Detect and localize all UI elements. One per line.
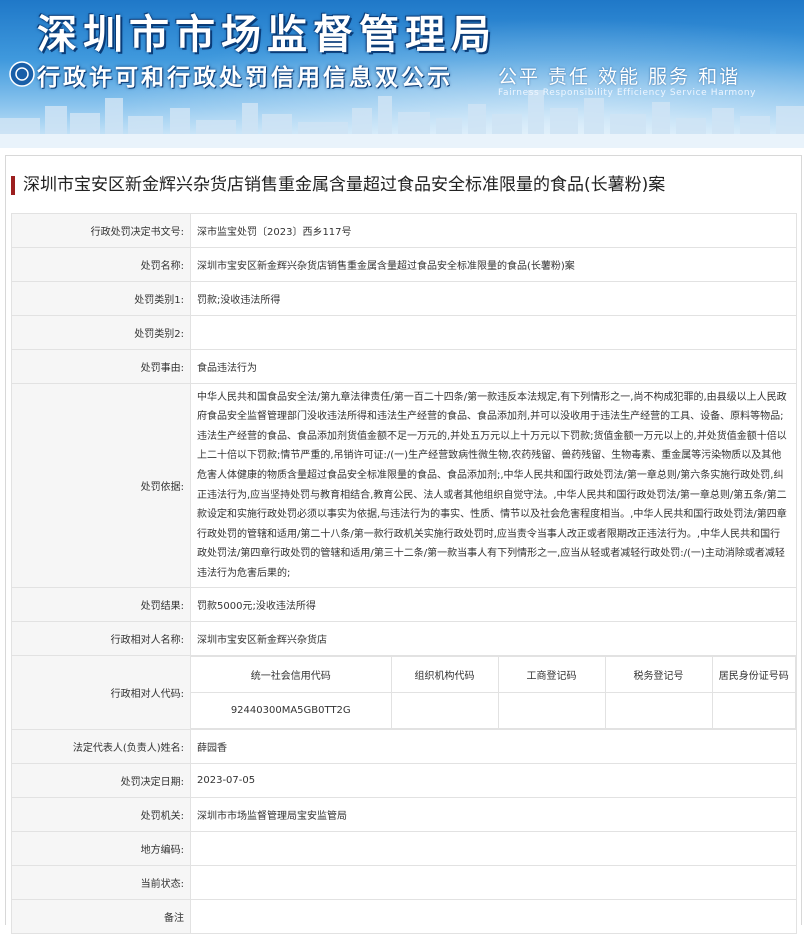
value bbox=[190, 831, 797, 866]
value: 深市监宝处罚〔2023〕西乡117号 bbox=[190, 213, 797, 248]
value bbox=[190, 315, 797, 350]
value bbox=[190, 899, 797, 934]
row-party-name: 行政相对人名称: 深圳市宝安区新金辉兴杂货店 bbox=[11, 621, 797, 656]
label: 法定代表人(负责人)姓名: bbox=[11, 729, 191, 764]
code-value bbox=[390, 692, 499, 729]
label: 处罚类别2: bbox=[11, 315, 191, 350]
slogan: 公平 责任 效能 服务 和谐 bbox=[498, 66, 741, 88]
row-decision-no: 行政处罚决定书文号: 深市监宝处罚〔2023〕西乡117号 bbox=[11, 213, 797, 248]
party-code-cell: 统一社会信用代码 组织机构代码 工商登记码 税务登记号 居民身份证号码 9244… bbox=[190, 655, 797, 730]
label: 行政相对人名称: bbox=[11, 621, 191, 656]
label: 处罚依据: bbox=[11, 383, 191, 588]
label: 当前状态: bbox=[11, 865, 191, 900]
code-header-row: 统一社会信用代码 组织机构代码 工商登记码 税务登记号 居民身份证号码 bbox=[191, 656, 796, 693]
code-value bbox=[604, 692, 713, 729]
code-value bbox=[711, 692, 796, 729]
value: 2023-07-05 bbox=[190, 763, 797, 798]
row-penalty-name: 处罚名称: 深圳市宝安区新金辉兴杂货店销售重金属含量超过食品安全标准限量的食品(… bbox=[11, 247, 797, 282]
row-decision-date: 处罚决定日期: 2023-07-05 bbox=[11, 763, 797, 798]
penalty-info-table: 行政处罚决定书文号: 深市监宝处罚〔2023〕西乡117号 处罚名称: 深圳市宝… bbox=[11, 213, 797, 934]
code-value: 92440300MA5GB0TT2G bbox=[191, 692, 392, 729]
row-result: 处罚结果: 罚款5000元;没收违法所得 bbox=[11, 587, 797, 622]
row-status: 当前状态: bbox=[11, 865, 797, 900]
value: 中华人民共和国食品安全法/第九章法律责任/第一百二十四条/第一款违反本法规定,有… bbox=[190, 383, 797, 588]
label: 处罚名称: bbox=[11, 247, 191, 282]
row-category1: 处罚类别1: 罚款;没收违法所得 bbox=[11, 281, 797, 316]
code-header: 统一社会信用代码 bbox=[191, 656, 392, 693]
code-value bbox=[497, 692, 606, 729]
value: 薛园香 bbox=[190, 729, 797, 764]
row-party-code: 行政相对人代码: 统一社会信用代码 组织机构代码 工商登记码 税务登记号 居民身… bbox=[11, 655, 797, 730]
code-header: 组织机构代码 bbox=[390, 656, 499, 693]
label: 处罚机关: bbox=[11, 797, 191, 832]
code-header: 居民身份证号码 bbox=[711, 656, 796, 693]
site-subtitle: 行政许可和行政处罚信用信息双公示 bbox=[37, 65, 453, 91]
row-reason: 处罚事由: 食品违法行为 bbox=[11, 349, 797, 384]
code-value-row: 92440300MA5GB0TT2G bbox=[191, 692, 796, 729]
label: 处罚事由: bbox=[11, 349, 191, 384]
value: 深圳市宝安区新金辉兴杂货店销售重金属含量超过食品安全标准限量的食品(长薯粉)案 bbox=[190, 247, 797, 282]
value: 深圳市市场监督管理局宝安监管局 bbox=[190, 797, 797, 832]
value: 深圳市宝安区新金辉兴杂货店 bbox=[190, 621, 797, 656]
emblem-icon bbox=[9, 61, 35, 87]
row-remark: 备注 bbox=[11, 899, 797, 934]
value bbox=[190, 865, 797, 900]
slogan-english: Fairness Responsibility Efficiency Servi… bbox=[498, 88, 757, 98]
code-header: 税务登记号 bbox=[604, 656, 713, 693]
value: 罚款;没收违法所得 bbox=[190, 281, 797, 316]
detail-panel: 深圳市宝安区新金辉兴杂货店销售重金属含量超过食品安全标准限量的食品(长薯粉)案 … bbox=[5, 155, 802, 934]
code-header: 工商登记码 bbox=[497, 656, 606, 693]
label: 备注 bbox=[11, 899, 191, 934]
row-region-code: 地方编码: bbox=[11, 831, 797, 866]
label: 处罚类别1: bbox=[11, 281, 191, 316]
title-accent-bar bbox=[11, 176, 15, 195]
row-category2: 处罚类别2: bbox=[11, 315, 797, 350]
label: 行政相对人代码: bbox=[11, 655, 191, 730]
row-authority: 处罚机关: 深圳市市场监督管理局宝安监管局 bbox=[11, 797, 797, 832]
site-title: 深圳市市场监督管理局 bbox=[37, 12, 497, 58]
header-banner: 深圳市市场监督管理局 行政许可和行政处罚信用信息双公示 公平 责任 效能 服务 … bbox=[0, 0, 804, 148]
row-legal-rep: 法定代表人(负责人)姓名: 薛园香 bbox=[11, 729, 797, 764]
label: 处罚结果: bbox=[11, 587, 191, 622]
case-title-text: 深圳市宝安区新金辉兴杂货店销售重金属含量超过食品安全标准限量的食品(长薯粉)案 bbox=[23, 175, 666, 195]
row-basis: 处罚依据: 中华人民共和国食品安全法/第九章法律责任/第一百二十四条/第一款违反… bbox=[11, 383, 797, 588]
value: 罚款5000元;没收违法所得 bbox=[190, 587, 797, 622]
label: 行政处罚决定书文号: bbox=[11, 213, 191, 248]
label: 地方编码: bbox=[11, 831, 191, 866]
case-title: 深圳市宝安区新金辉兴杂货店销售重金属含量超过食品安全标准限量的食品(长薯粉)案 bbox=[11, 168, 665, 202]
value: 食品违法行为 bbox=[190, 349, 797, 384]
party-code-table: 统一社会信用代码 组织机构代码 工商登记码 税务登记号 居民身份证号码 9244… bbox=[191, 656, 796, 729]
label: 处罚决定日期: bbox=[11, 763, 191, 798]
